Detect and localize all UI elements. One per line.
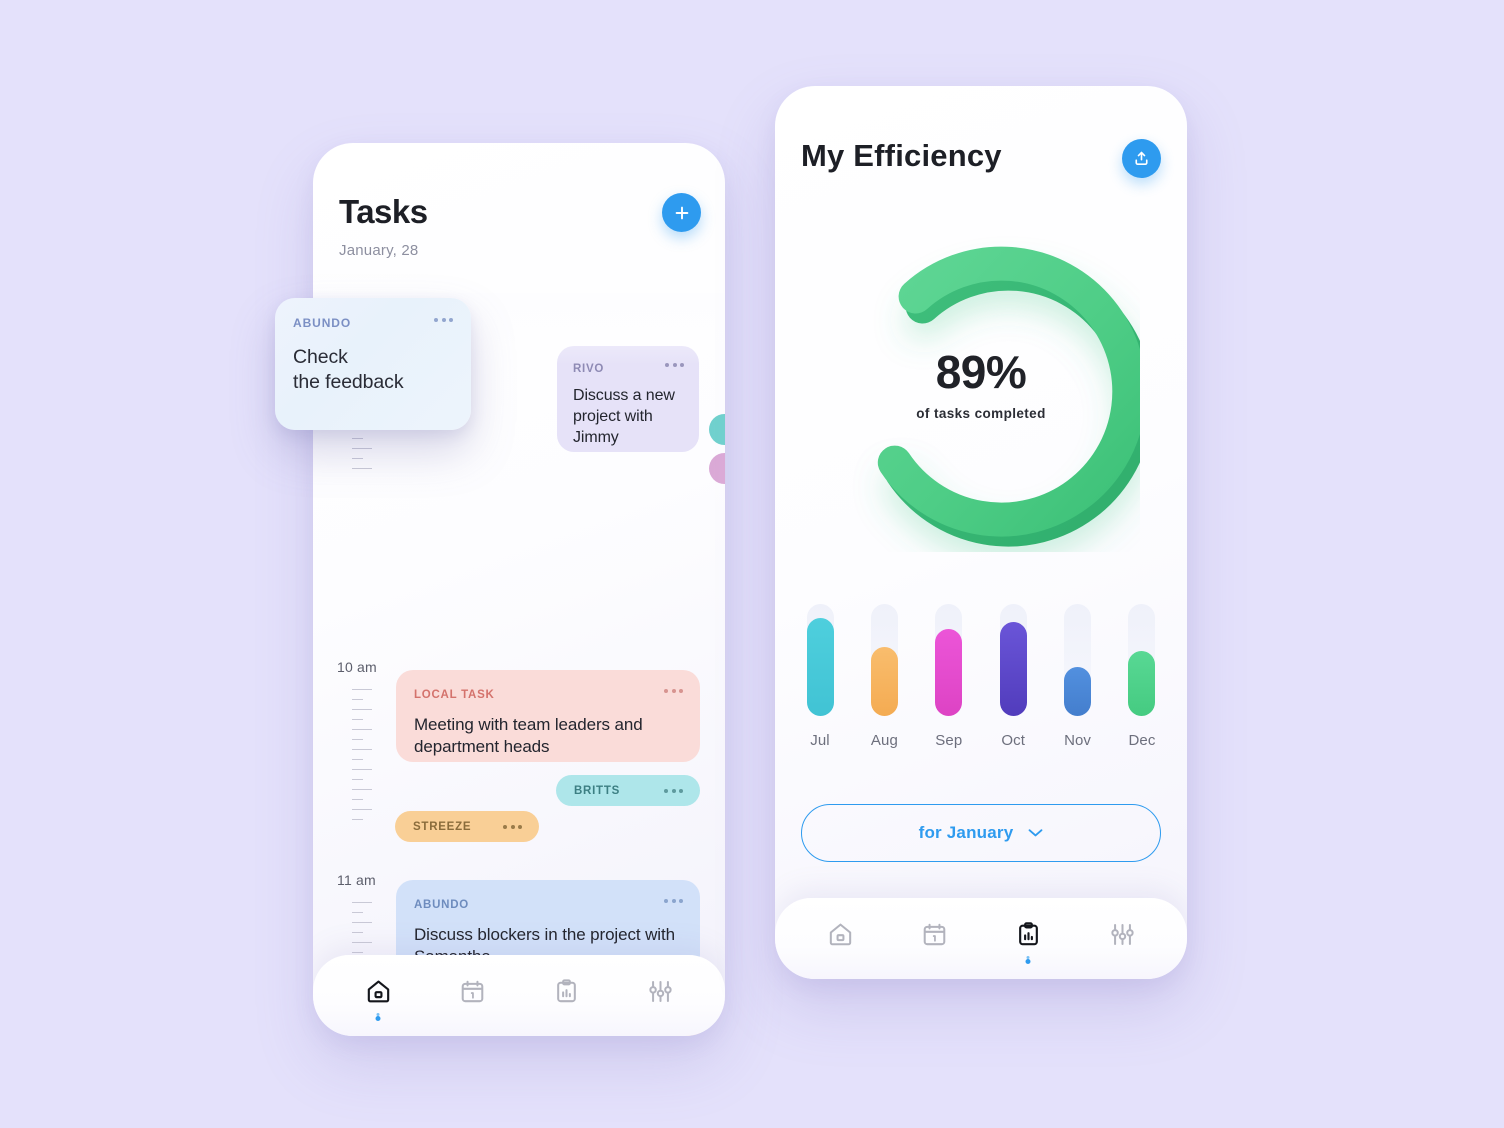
bar-track — [1128, 604, 1156, 716]
task-card-tag: ABUNDO — [293, 316, 352, 330]
task-card-tag: STREEZE — [413, 820, 472, 833]
task-card-title: Check the feedback — [293, 345, 453, 395]
task-card-title: Meeting with team leaders and department… — [414, 715, 643, 757]
period-select-button[interactable]: for January — [801, 804, 1161, 862]
bar-column[interactable]: Jul — [801, 604, 839, 749]
task-card-britts[interactable]: BRITTS — [556, 775, 700, 806]
bar-fill — [1064, 667, 1092, 716]
bar-track — [1064, 604, 1092, 716]
add-task-button[interactable] — [662, 193, 701, 232]
task-card-local-meeting[interactable]: LOCAL TASK Meeting with team leaders and… — [396, 670, 700, 762]
nav-item-reports[interactable] — [539, 966, 593, 1018]
clipboard-chart-icon — [1018, 922, 1038, 946]
bar-label: Jul — [810, 732, 830, 749]
sliders-icon — [648, 981, 672, 1002]
more-icon[interactable] — [664, 899, 683, 903]
bar-track — [870, 604, 898, 716]
more-icon[interactable] — [664, 788, 683, 793]
nav-item-reports[interactable] — [1001, 909, 1055, 964]
efficiency-bottom-nav — [775, 898, 1187, 979]
bar-column[interactable]: Sep — [930, 604, 968, 749]
task-card-tag: RIVO — [573, 363, 605, 375]
task-card-teal[interactable] — [709, 414, 725, 445]
task-card-streeze[interactable]: STREEZE — [395, 811, 539, 842]
nav-item-calendar[interactable] — [445, 966, 499, 1018]
ruler-segment-top — [352, 428, 374, 469]
clipboard-chart-icon — [556, 979, 576, 1003]
bar-fill — [1128, 651, 1156, 716]
bar-track — [999, 604, 1027, 716]
efficiency-phone-screen: My Efficiency 89% of tasks completed Jul… — [775, 86, 1187, 979]
monthly-bar-chart: Jul Aug Sep Oct Nov Dec — [801, 604, 1161, 774]
efficiency-donut-chart: 89% of tasks completed — [822, 234, 1140, 552]
tasks-bottom-nav — [313, 955, 725, 1036]
task-card-interio[interactable]: INTERIO — [709, 453, 725, 484]
calendar-icon — [461, 980, 483, 1003]
bar-column[interactable]: Oct — [994, 604, 1032, 749]
bar-fill — [870, 647, 898, 716]
canvas: Tasks January, 28 INTERIO — [0, 0, 1504, 1128]
nav-item-home[interactable] — [351, 966, 405, 1021]
nav-item-settings[interactable] — [1095, 909, 1149, 961]
bar-fill — [999, 622, 1027, 716]
task-card-rivo[interactable]: RIVO Discuss a new project with Jimmy — [557, 346, 699, 452]
plus-icon — [675, 206, 688, 219]
bar-track — [806, 604, 834, 716]
bar-column[interactable]: Aug — [865, 604, 903, 749]
more-icon[interactable] — [664, 689, 683, 693]
task-card-tag: BRITTS — [574, 784, 621, 797]
ruler-segment-10am — [352, 689, 374, 820]
task-card-tag: ABUNDO — [414, 899, 469, 911]
bar-label: Oct — [1001, 732, 1025, 749]
donut-value: 89% — [935, 346, 1027, 398]
page-title: Tasks — [339, 193, 428, 230]
chevron-down-icon — [1028, 829, 1043, 837]
bar-label: Aug — [870, 732, 898, 749]
efficiency-header: My Efficiency — [775, 86, 1187, 206]
task-card-title: Discuss a new project with Jimmy — [573, 387, 675, 446]
home-icon — [367, 980, 389, 1003]
task-card-title-line2: the feedback — [293, 370, 404, 393]
home-icon — [829, 923, 851, 946]
nav-item-calendar[interactable] — [907, 909, 961, 961]
bar-column[interactable]: Nov — [1059, 604, 1097, 749]
more-icon[interactable] — [503, 824, 522, 829]
bar-label: Nov — [1064, 732, 1092, 749]
calendar-icon — [923, 923, 945, 946]
tasks-header: Tasks January, 28 — [313, 143, 725, 293]
sliders-icon — [1110, 924, 1134, 945]
donut-center-labels: 89% of tasks completed — [822, 349, 1140, 421]
nav-active-dot — [375, 1015, 381, 1021]
bar-fill — [806, 618, 834, 716]
upload-icon — [1135, 151, 1148, 165]
floating-task-card-abundo[interactable]: ABUNDO Check the feedback — [275, 298, 471, 430]
tasks-phone-screen: Tasks January, 28 INTERIO — [313, 143, 725, 1036]
page-date: January, 28 — [339, 242, 419, 259]
bar-column[interactable]: Dec — [1123, 604, 1161, 749]
bar-fill — [935, 629, 963, 716]
bar-label: Sep — [935, 732, 963, 749]
task-card-title-line1: Check — [293, 346, 348, 368]
nav-item-settings[interactable] — [633, 966, 687, 1018]
nav-item-home[interactable] — [813, 909, 867, 961]
share-button[interactable] — [1122, 139, 1161, 178]
donut-caption: of tasks completed — [916, 406, 1046, 421]
more-icon[interactable] — [665, 363, 684, 367]
bar-label: Dec — [1128, 732, 1156, 749]
nav-active-dot — [1025, 958, 1031, 964]
time-label-10am: 10 am — [337, 659, 377, 675]
bar-track — [935, 604, 963, 716]
task-card-tag: LOCAL TASK — [414, 689, 495, 701]
period-label: for January — [918, 823, 1014, 842]
time-label-11am: 11 am — [337, 872, 376, 888]
more-icon[interactable] — [434, 318, 453, 322]
